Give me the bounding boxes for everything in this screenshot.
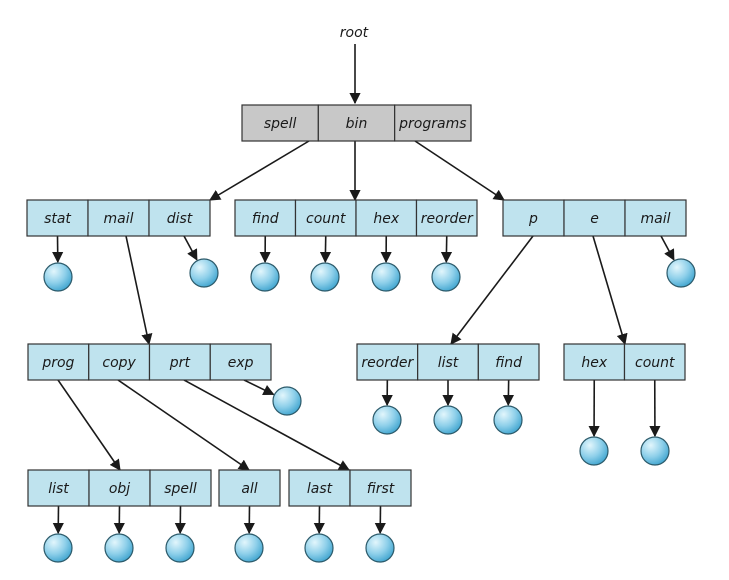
directory-entry-label: list: [48, 481, 69, 497]
directory-entry-label: last: [307, 481, 333, 497]
directory-entry-label: exp: [228, 355, 254, 371]
directory-entry-label: reorder: [421, 211, 474, 227]
directory-entry-label: prog: [41, 355, 74, 371]
root-label: root: [340, 25, 369, 41]
directory-entry-label: dist: [167, 211, 193, 227]
link-arrow-spell-mail: [125, 235, 153, 346]
directory-entry-label: hex: [581, 355, 607, 371]
directory-entry-label: spell: [264, 116, 297, 132]
link-arrow-spell-mail-prt: [183, 379, 350, 471]
directory-entry-label: copy: [102, 355, 136, 371]
directory-entry-label: e: [590, 211, 599, 227]
file-node-spell-mail-prog-spell: [165, 533, 195, 563]
file-node-spell-mail-copy-all: [234, 533, 264, 563]
directory-spell-mail: prog copy prt exp: [27, 343, 272, 381]
directory-root: spell bin programs: [241, 104, 472, 142]
directory-entry-label: mail: [104, 211, 134, 227]
directory-spell: stat mail dist: [26, 199, 211, 237]
directory-entry-label: first: [367, 481, 395, 497]
link-arrow-programs: [414, 140, 505, 201]
directory-spell-mail-prog: list obj spell: [27, 469, 212, 507]
directory-entry-label: p: [528, 211, 538, 227]
file-node-programs-e-count: [640, 436, 670, 466]
directory-entry-label: count: [635, 355, 675, 371]
directory-programs-p: reorder list find: [356, 343, 540, 381]
directory-entry-label: stat: [44, 211, 71, 227]
file-node-programs-p-reorder: [372, 405, 402, 435]
directory-entry-label: prt: [169, 355, 191, 371]
file-node-spell-dist: [189, 258, 219, 288]
directory-entry-label: find: [252, 211, 279, 227]
tree-structured-directory-diagram: root spell bin programs stat mail dist find cou…: [26, 25, 696, 563]
link-arrow-programs-e: [592, 235, 628, 346]
link-arrow-programs-p: [450, 235, 534, 345]
directory-entry-label: find: [495, 355, 522, 371]
link-arrow-spell-mail-prog: [57, 379, 121, 471]
directory-entry-label: count: [306, 211, 346, 227]
directory-programs: p e mail: [502, 199, 687, 237]
file-node-programs-e-hex: [579, 436, 609, 466]
file-node-bin-count: [310, 262, 340, 292]
files-layer: [43, 258, 696, 563]
link-arrow-spell-mail-copy: [117, 379, 250, 471]
link-arrow-spell: [209, 140, 310, 201]
file-pointer-arrow: [183, 235, 198, 261]
file-node-spell-mail-prt-last: [304, 533, 334, 563]
directory-entry-label: all: [241, 481, 257, 497]
file-node-programs-p-find: [493, 405, 523, 435]
file-node-programs-p-list: [433, 405, 463, 435]
directory-spell-mail-prt: last first: [288, 469, 412, 507]
file-node-spell-mail-prt-first: [365, 533, 395, 563]
directory-programs-e: hex count: [563, 343, 686, 381]
directory-entry-label: obj: [109, 481, 130, 497]
file-node-spell-stat: [43, 262, 73, 292]
directory-spell-mail-copy: all: [218, 469, 281, 507]
directory-entry-label: reorder: [361, 355, 414, 371]
directory-entry-label: programs: [398, 116, 466, 132]
file-node-bin-find: [250, 262, 280, 292]
file-node-spell-mail-prog-list: [43, 533, 73, 563]
file-pointer-arrow: [243, 379, 275, 396]
file-node-programs-mail: [666, 258, 696, 288]
file-node-bin-hex: [371, 262, 401, 292]
directory-entry-label: spell: [164, 481, 197, 497]
directory-bin: find count hex reorder: [234, 199, 478, 237]
directory-entry-label: list: [438, 355, 459, 371]
directory-entry-label: bin: [346, 116, 368, 132]
directory-entry-label: hex: [373, 211, 399, 227]
file-node-spell-mail-prog-obj: [104, 533, 134, 563]
file-pointer-arrow: [660, 235, 675, 261]
file-node-bin-reorder: [431, 262, 461, 292]
directory-entry-label: mail: [641, 211, 671, 227]
file-node-spell-mail-exp: [272, 386, 302, 416]
